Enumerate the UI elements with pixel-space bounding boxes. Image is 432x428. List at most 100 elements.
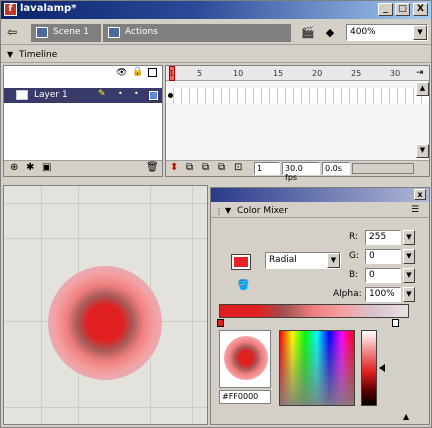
layer-panel: 👁 🔒 Layer 1 ✎ • • ⊕ ✱ ▣ 🗑 (3, 65, 163, 177)
ruler-tick: 5 (197, 69, 203, 78)
flash-window: f lavalamp* _ □ X ⇦ Scene 1 Actions 🎬 ◆ … (0, 0, 432, 428)
lock-dot-icon[interactable]: • (134, 89, 139, 98)
actions-breadcrumb[interactable]: Actions (103, 24, 291, 42)
fill-color-swatch[interactable] (231, 254, 251, 270)
brightness-pointer-icon[interactable] (379, 364, 385, 372)
back-arrow-icon[interactable]: ⇦ (7, 26, 21, 40)
fill-type-dropdown-icon[interactable]: ▼ (327, 253, 340, 268)
frame-panel: 1 5 10 15 20 25 30 ⇥ ▲ ▼ ⬍ ⧉ ⧉ ⧉ ⊡ 1 30.… (165, 65, 430, 182)
fps-field[interactable]: 30.0 fps (282, 162, 320, 182)
ruler-tick: 1 (169, 69, 175, 78)
panel-title-bar[interactable]: x (211, 188, 429, 202)
gradient-preview (219, 330, 271, 388)
alpha-input[interactable]: 100% (365, 287, 401, 302)
color-spectrum[interactable] (279, 330, 355, 406)
onion-skin-icon[interactable]: ⧉ (186, 162, 193, 173)
title-bar[interactable]: f lavalamp* _ □ X (1, 1, 431, 19)
frame-row[interactable] (166, 88, 429, 103)
gradient-pointer-right[interactable] (392, 319, 399, 327)
visibility-dot-icon[interactable]: • (118, 89, 123, 98)
collapse-triangle-icon[interactable]: ▼ (225, 206, 231, 215)
lock-icon[interactable]: 🔒 (132, 67, 143, 77)
horizontal-scrollbar[interactable] (352, 163, 414, 174)
alpha-label: Alpha: (333, 289, 362, 299)
color-mixer-header[interactable]: ⋮ ▼ Color Mixer ☰ (211, 204, 429, 218)
color-mixer-panel: x ⋮ ▼ Color Mixer ☰ 🪣 Radial ▼ R: 255 ▼ … (210, 187, 430, 425)
drag-handle-icon[interactable]: ⋮ (215, 207, 223, 216)
g-input[interactable]: 0 (365, 249, 401, 264)
r-dropdown-icon[interactable]: ▼ (403, 230, 415, 245)
actions-icon (108, 27, 120, 38)
ruler-tick: 25 (351, 69, 362, 78)
brightness-slider[interactable] (361, 330, 377, 406)
eye-icon[interactable]: 👁 (116, 68, 127, 78)
hex-value-field[interactable]: #FF0000 (219, 390, 271, 404)
zoom-select[interactable]: 400% ▼ (346, 24, 428, 41)
g-dropdown-icon[interactable]: ▼ (403, 249, 415, 264)
layer-row[interactable]: Layer 1 ✎ • • (4, 88, 162, 103)
center-frame-icon[interactable]: ⬍ (170, 162, 178, 173)
edit-scene-icon[interactable]: 🎬 (299, 25, 317, 41)
current-frame-field[interactable]: 1 (254, 162, 280, 175)
layer-color-icon[interactable] (149, 91, 158, 100)
scene-breadcrumb[interactable]: Scene 1 (31, 24, 101, 42)
elapsed-time-field: 0.0s (322, 162, 350, 175)
insert-folder-icon[interactable]: ▣ (42, 162, 51, 173)
layer-name: Layer 1 (34, 90, 68, 100)
panel-close-button[interactable]: x (414, 189, 426, 200)
r-input[interactable]: 255 (365, 230, 401, 245)
g-label: G: (349, 251, 360, 261)
ruler-tick: 10 (233, 69, 244, 78)
scroll-down-icon[interactable]: ▼ (416, 144, 429, 158)
guide-line (4, 203, 207, 204)
actions-label: Actions (125, 27, 158, 37)
scene-icon (36, 27, 48, 38)
collapse-triangle-icon[interactable]: ▼ (7, 50, 13, 59)
minimize-button[interactable]: _ (378, 3, 393, 16)
b-input[interactable]: 0 (365, 268, 401, 283)
radial-gradient-circle[interactable] (48, 266, 162, 380)
outline-icon[interactable] (148, 68, 157, 77)
collapse-up-icon[interactable]: ▲ (403, 412, 409, 421)
b-label: B: (349, 270, 359, 280)
flash-document-icon: f (4, 3, 17, 16)
maximize-button[interactable]: □ (395, 3, 410, 16)
edit-multiple-frames-icon[interactable]: ⧉ (218, 162, 225, 173)
onion-markers-icon[interactable]: ⊡ (234, 162, 242, 173)
r-label: R: (349, 232, 359, 242)
close-button[interactable]: X (413, 3, 428, 16)
delete-layer-icon[interactable]: 🗑 (146, 162, 159, 173)
timeline-title: Timeline (19, 50, 58, 60)
window-title: lavalamp* (20, 3, 77, 14)
onion-outline-icon[interactable]: ⧉ (202, 162, 209, 173)
fill-type-value: Radial (269, 255, 297, 265)
edit-symbols-icon[interactable]: ◆ (321, 25, 339, 41)
alpha-dropdown-icon[interactable]: ▼ (403, 287, 415, 302)
ruler-tick: 20 (312, 69, 323, 78)
zoom-value: 400% (350, 27, 376, 37)
add-guide-layer-icon[interactable]: ✱ (26, 162, 34, 173)
keyframe[interactable] (168, 93, 173, 98)
gradient-pointer-left[interactable] (217, 319, 224, 327)
guide-line (4, 407, 207, 408)
timeline-menu-icon[interactable]: ⇥ (416, 68, 424, 78)
scene-label: Scene 1 (53, 27, 90, 37)
scroll-up-icon[interactable]: ▲ (416, 82, 429, 96)
frame-ruler[interactable]: 1 5 10 15 20 25 30 ⇥ (166, 66, 429, 81)
ruler-tick: 15 (273, 69, 284, 78)
insert-layer-icon[interactable]: ⊕ (10, 162, 18, 173)
guide-line (4, 238, 207, 239)
frame-status-bar: ⬍ ⧉ ⧉ ⧉ ⊡ 1 30.0 fps 0.0s (166, 160, 429, 182)
fill-bucket-icon[interactable]: 🪣 (237, 280, 249, 291)
panel-menu-icon[interactable]: ☰ (411, 205, 419, 215)
guide-line (192, 186, 193, 424)
timeline-header[interactable]: ▼ Timeline (1, 48, 431, 63)
b-dropdown-icon[interactable]: ▼ (403, 268, 415, 283)
gradient-bar[interactable] (219, 304, 409, 318)
pencil-icon: ✎ (98, 89, 106, 99)
stage-canvas[interactable] (3, 185, 208, 425)
layer-toolbar: ⊕ ✱ ▣ 🗑 (4, 160, 162, 176)
guide-line (41, 186, 42, 424)
fill-type-select[interactable]: Radial ▼ (265, 252, 341, 269)
zoom-dropdown-icon[interactable]: ▼ (413, 25, 427, 40)
